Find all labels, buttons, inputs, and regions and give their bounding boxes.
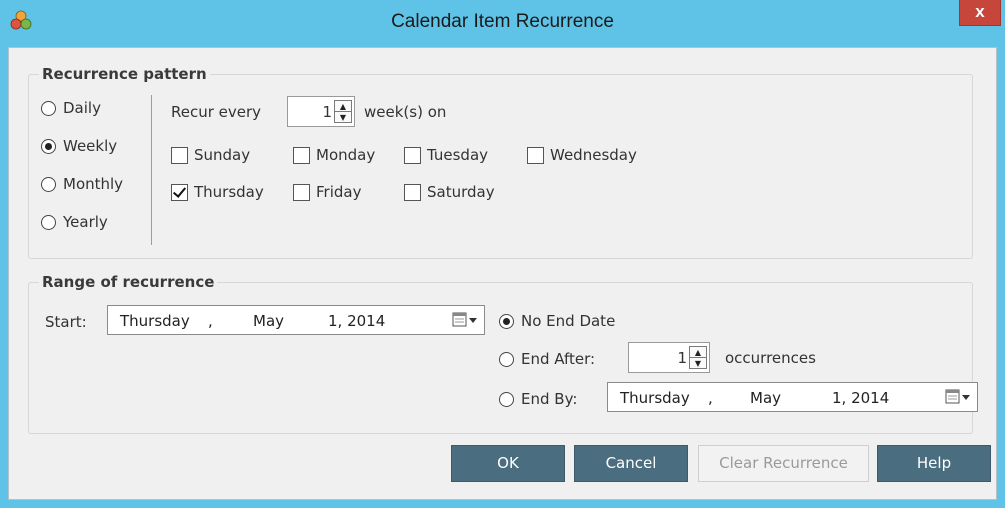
increment-arrow-icon[interactable]: ▲ <box>690 347 706 358</box>
dialog-body: Recurrence pattern Daily Weekly Monthly … <box>8 47 997 500</box>
radio-no-end-date[interactable]: No End Date <box>499 312 615 330</box>
clear-recurrence-button[interactable]: Clear Recurrence <box>698 445 869 482</box>
recurrence-pattern-legend: Recurrence pattern <box>39 65 210 83</box>
start-month: May <box>253 312 285 330</box>
start-day-year: 1, 2014 <box>328 312 386 330</box>
cancel-button[interactable]: Cancel <box>574 445 688 482</box>
day-checkbox-monday-box[interactable] <box>293 146 310 164</box>
radio-no-end-date-label: No End Date <box>521 312 616 330</box>
day-label-tuesday: Tuesday <box>427 146 489 164</box>
recur-every-label: Recur every <box>171 103 262 121</box>
help-button[interactable]: Help <box>877 445 991 482</box>
calendar-dropdown-icon[interactable] <box>452 312 480 328</box>
ok-button-label: OK <box>497 454 519 472</box>
day-label-sunday: Sunday <box>194 146 251 164</box>
range-of-recurrence-group: Range of recurrence Start: Thursday , Ma… <box>28 273 978 434</box>
pattern-divider <box>151 95 152 245</box>
day-checkbox-sunday-box[interactable] <box>171 146 188 164</box>
occurrences-label: occurrences <box>725 349 816 367</box>
radio-monthly[interactable]: Monthly <box>41 175 123 193</box>
radio-end-by[interactable]: End By: <box>499 390 577 408</box>
day-label-friday: Friday <box>316 183 362 201</box>
end-by-comma: , <box>708 389 713 407</box>
radio-weekly[interactable]: Weekly <box>41 137 117 155</box>
radio-daily-circle[interactable] <box>41 100 56 116</box>
day-checkbox-friday-box[interactable] <box>293 183 310 201</box>
radio-weekly-circle[interactable] <box>41 138 56 154</box>
end-by-day-year: 1, 2014 <box>832 389 890 407</box>
occurrences-stepper[interactable]: 1 ▲ ▼ <box>628 342 710 373</box>
end-by-weekday: Thursday <box>620 389 690 407</box>
recur-every-spin-buttons: ▲ ▼ <box>334 100 352 123</box>
radio-monthly-circle[interactable] <box>41 176 56 192</box>
day-label-thursday: Thursday <box>194 183 264 201</box>
day-checkbox-thursday-box[interactable] <box>171 183 188 201</box>
day-checkbox-wednesday[interactable]: Wednesday <box>527 146 637 164</box>
radio-yearly-circle[interactable] <box>41 214 56 230</box>
radio-weekly-label: Weekly <box>63 137 118 155</box>
day-checkbox-saturday[interactable]: Saturday <box>404 183 495 201</box>
radio-end-after-label: End After: <box>521 350 596 368</box>
day-label-monday: Monday <box>316 146 376 164</box>
recurrence-dialog: Calendar Item Recurrence x Recurrence pa… <box>0 0 1005 508</box>
start-date-picker[interactable]: Thursday , May 1, 2014 <box>107 305 485 335</box>
radio-monthly-label: Monthly <box>63 175 124 193</box>
radio-yearly-label: Yearly <box>63 213 108 231</box>
start-label: Start: <box>45 313 87 331</box>
radio-end-after-circle[interactable] <box>499 351 514 367</box>
decrement-arrow-icon[interactable]: ▼ <box>335 112 351 123</box>
day-checkbox-tuesday[interactable]: Tuesday <box>404 146 488 164</box>
day-label-saturday: Saturday <box>427 183 495 201</box>
calendar-dropdown-icon[interactable] <box>945 389 973 405</box>
start-weekday: Thursday <box>120 312 190 330</box>
title-bar[interactable]: Calendar Item Recurrence x <box>0 0 1005 47</box>
day-checkbox-saturday-box[interactable] <box>404 183 421 201</box>
radio-no-end-date-circle[interactable] <box>499 313 514 329</box>
recur-every-value[interactable]: 1 <box>322 103 332 121</box>
radio-daily-label: Daily <box>63 99 101 117</box>
radio-yearly[interactable]: Yearly <box>41 213 108 231</box>
recur-every-stepper[interactable]: 1 ▲ ▼ <box>287 96 355 127</box>
window-title: Calendar Item Recurrence <box>391 11 614 32</box>
day-checkbox-monday[interactable]: Monday <box>293 146 375 164</box>
help-button-label: Help <box>916 454 952 472</box>
clear-recurrence-button-label: Clear Recurrence <box>719 454 848 472</box>
radio-end-by-circle[interactable] <box>499 391 514 407</box>
day-checkbox-thursday[interactable]: Thursday <box>171 183 264 201</box>
range-of-recurrence-legend: Range of recurrence <box>39 273 218 291</box>
decrement-arrow-icon[interactable]: ▼ <box>690 358 706 369</box>
cancel-button-label: Cancel <box>605 454 657 472</box>
day-checkbox-tuesday-box[interactable] <box>404 146 421 164</box>
end-by-month: May <box>750 389 782 407</box>
day-checkbox-friday[interactable]: Friday <box>293 183 361 201</box>
close-icon: x <box>975 2 985 21</box>
radio-end-by-label: End By: <box>521 390 578 408</box>
occurrences-value[interactable]: 1 <box>677 349 687 367</box>
increment-arrow-icon[interactable]: ▲ <box>335 101 351 112</box>
occurrences-spin-buttons: ▲ ▼ <box>689 346 707 369</box>
radio-daily[interactable]: Daily <box>41 99 101 117</box>
weeks-on-label: week(s) on <box>364 103 447 121</box>
end-by-date-picker[interactable]: Thursday , May 1, 2014 <box>607 382 978 412</box>
day-checkbox-wednesday-box[interactable] <box>527 146 544 164</box>
recurrence-pattern-group: Recurrence pattern Daily Weekly Monthly … <box>28 65 973 259</box>
start-comma: , <box>208 312 213 330</box>
day-checkbox-sunday[interactable]: Sunday <box>171 146 250 164</box>
radio-end-after[interactable]: End After: <box>499 350 595 368</box>
ok-button[interactable]: OK <box>451 445 565 482</box>
close-button[interactable]: x <box>959 0 1001 26</box>
day-label-wednesday: Wednesday <box>550 146 637 164</box>
